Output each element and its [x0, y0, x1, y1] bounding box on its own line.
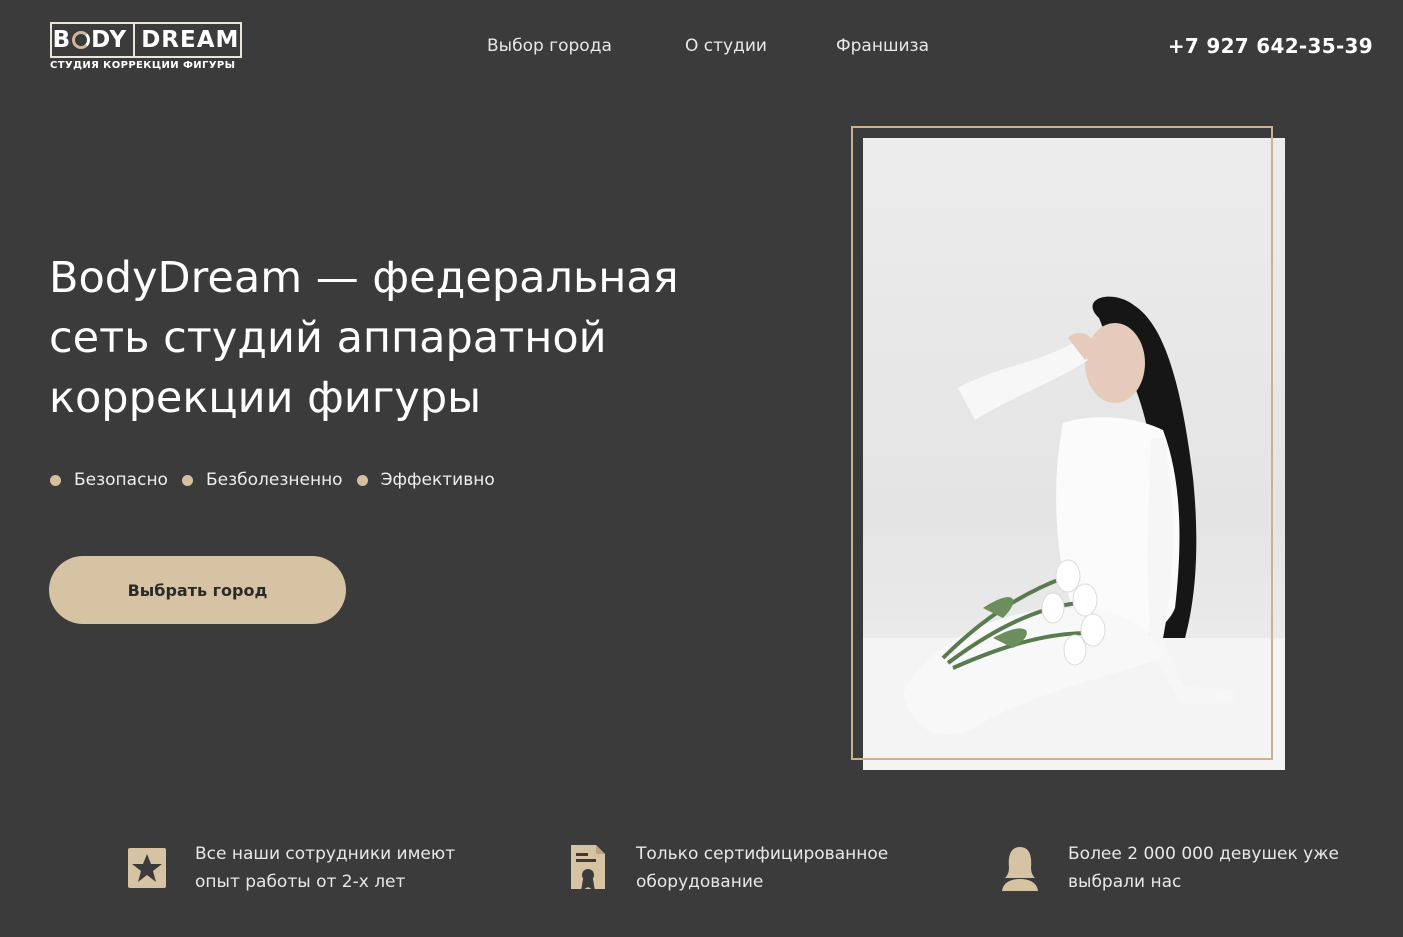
benefit-label: Безопасно — [74, 470, 168, 490]
nav-about-studio[interactable]: О студии — [685, 36, 836, 56]
bullet-dot-icon — [181, 474, 193, 486]
feature-text: Все наши сотрудники имеют опыт работы от… — [195, 844, 456, 892]
logo-divider — [133, 22, 136, 58]
certificate-document-icon — [568, 844, 608, 892]
bullet-dot-icon — [50, 474, 61, 486]
main-nav: Выбор города О студии Франшиза — [487, 36, 956, 56]
landing-page: B DY DREAM СТУДИЯ КОРРЕКЦИИ ФИГУРЫ Выбор г… — [0, 0, 1403, 937]
header-phone[interactable]: +7 927 642-35-39 — [1168, 34, 1373, 58]
choose-city-button[interactable]: Выбрать город — [49, 556, 346, 624]
logo-swirl-icon — [72, 31, 91, 49]
benefit-label: Безболезненно — [205, 470, 343, 490]
logo-letter-b: B — [52, 27, 72, 53]
benefit-label: Эффективно — [380, 470, 495, 490]
feature-text: Более 2 000 000 девушек уже выбрали нас — [1068, 844, 1339, 892]
brand-logo[interactable]: B DY DREAM СТУДИЯ КОРРЕКЦИИ ФИГУРЫ — [50, 22, 242, 71]
feature-text: Только сертифицированное оборудование — [636, 844, 889, 892]
woman-silhouette-icon — [1000, 844, 1040, 892]
hero-title: BodyDream — федеральная сеть студий аппа… — [49, 253, 679, 423]
benefit-item: Эффективно — [356, 470, 495, 490]
logo-word-dream: DREAM — [141, 27, 240, 53]
logo-letters-dy: DY — [91, 27, 128, 53]
star-badge-icon — [127, 844, 167, 892]
nav-city-select[interactable]: Выбор города — [487, 36, 685, 56]
bullet-dot-icon — [356, 474, 368, 486]
nav-franchise[interactable]: Франшиза — [836, 36, 956, 56]
feature-experienced-staff: Все наши сотрудники имеют опыт работы от… — [127, 840, 495, 896]
benefit-item: Безопасно — [50, 470, 168, 490]
feature-certified-equipment: Только сертифицированное оборудование — [568, 840, 936, 896]
photo-gold-frame — [851, 126, 1273, 760]
hero-benefits: Безопасно Безболезненно Эффективно — [50, 470, 509, 490]
logo-subtitle: СТУДИЯ КОРРЕКЦИИ ФИГУРЫ — [50, 60, 236, 71]
feature-clients-count: Более 2 000 000 девушек уже выбрали нас — [1000, 840, 1348, 896]
benefit-item: Безболезненно — [181, 470, 343, 490]
logo-wordmark: B DY DREAM — [50, 22, 242, 58]
